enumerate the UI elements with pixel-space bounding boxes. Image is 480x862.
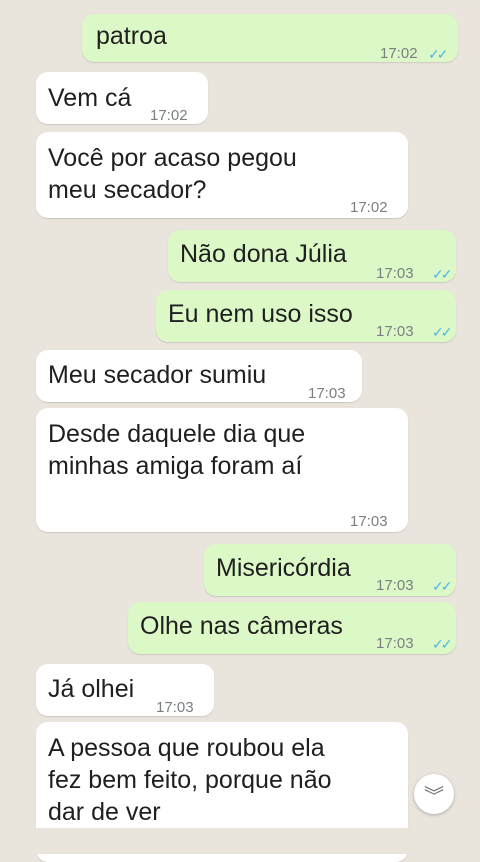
message-bubble-incoming[interactable]: Meu secador sumiu 17:03	[36, 350, 362, 402]
message-time: 17:03	[376, 577, 414, 594]
double-chevron-down-icon: ︾	[424, 785, 444, 808]
message-text: Misericórdia	[216, 554, 351, 582]
message-text: patroa	[96, 22, 167, 50]
message-bubble-incoming[interactable]: Desde daquele dia que minhas amiga foram…	[36, 408, 408, 532]
message-time: 17:03	[308, 385, 346, 402]
message-bubble-outgoing[interactable]: patroa 17:02 ✓✓	[82, 14, 458, 62]
chat-thread[interactable]: patroa 17:02 ✓✓ Vem cá 17:02 Você por ac…	[0, 0, 480, 862]
message-text: Olhe nas câmeras	[140, 612, 343, 640]
read-receipt-icon: ✓✓	[432, 266, 453, 282]
message-time: 17:02	[150, 107, 188, 124]
message-bubble-outgoing[interactable]: Olhe nas câmeras 17:03 ✓✓	[128, 602, 456, 654]
message-bubble-incoming[interactable]: Já olhei 17:03	[36, 664, 214, 716]
message-bubble-incoming[interactable]: Vem cá 17:02	[36, 72, 208, 124]
read-receipt-icon: ✓✓	[432, 578, 453, 594]
message-text: Eu nem uso isso	[168, 300, 353, 328]
read-receipt-icon: ✓✓	[432, 324, 453, 340]
message-bubble-incoming[interactable]: Você por acaso pegou meu secador? 17:02	[36, 132, 408, 218]
message-text: Meu secador sumiu	[48, 361, 267, 389]
message-bubble-outgoing[interactable]: Misericórdia 17:03 ✓✓	[204, 544, 456, 596]
message-text: A pessoa que roubou ela fez bem feito, p…	[48, 734, 332, 826]
message-text: Você por acaso pegou meu secador?	[48, 144, 297, 204]
message-time: 17:02	[350, 199, 388, 216]
scroll-to-bottom-button[interactable]: ︾	[414, 774, 454, 814]
message-bubble-outgoing[interactable]: Eu nem uso isso 17:03 ✓✓	[156, 290, 456, 342]
message-time: 17:03	[350, 513, 388, 530]
message-text: Desde daquele dia que minhas amiga foram…	[48, 420, 306, 480]
message-time: 17:03	[376, 323, 414, 340]
message-time: 17:02	[380, 45, 418, 62]
message-text: Não dona Júlia	[180, 240, 347, 268]
message-time: 17:03	[376, 265, 414, 282]
read-receipt-icon: ✓✓	[432, 636, 453, 652]
message-bubble-outgoing[interactable]: Não dona Júlia 17:03 ✓✓	[168, 230, 456, 282]
message-time: 17:03	[156, 699, 194, 716]
screen-bottom-edge	[0, 828, 480, 854]
message-text: Vem cá	[48, 84, 132, 112]
message-time: 17:03	[376, 635, 414, 652]
message-text: Já olhei	[48, 675, 135, 703]
read-receipt-icon: ✓✓	[428, 46, 449, 62]
